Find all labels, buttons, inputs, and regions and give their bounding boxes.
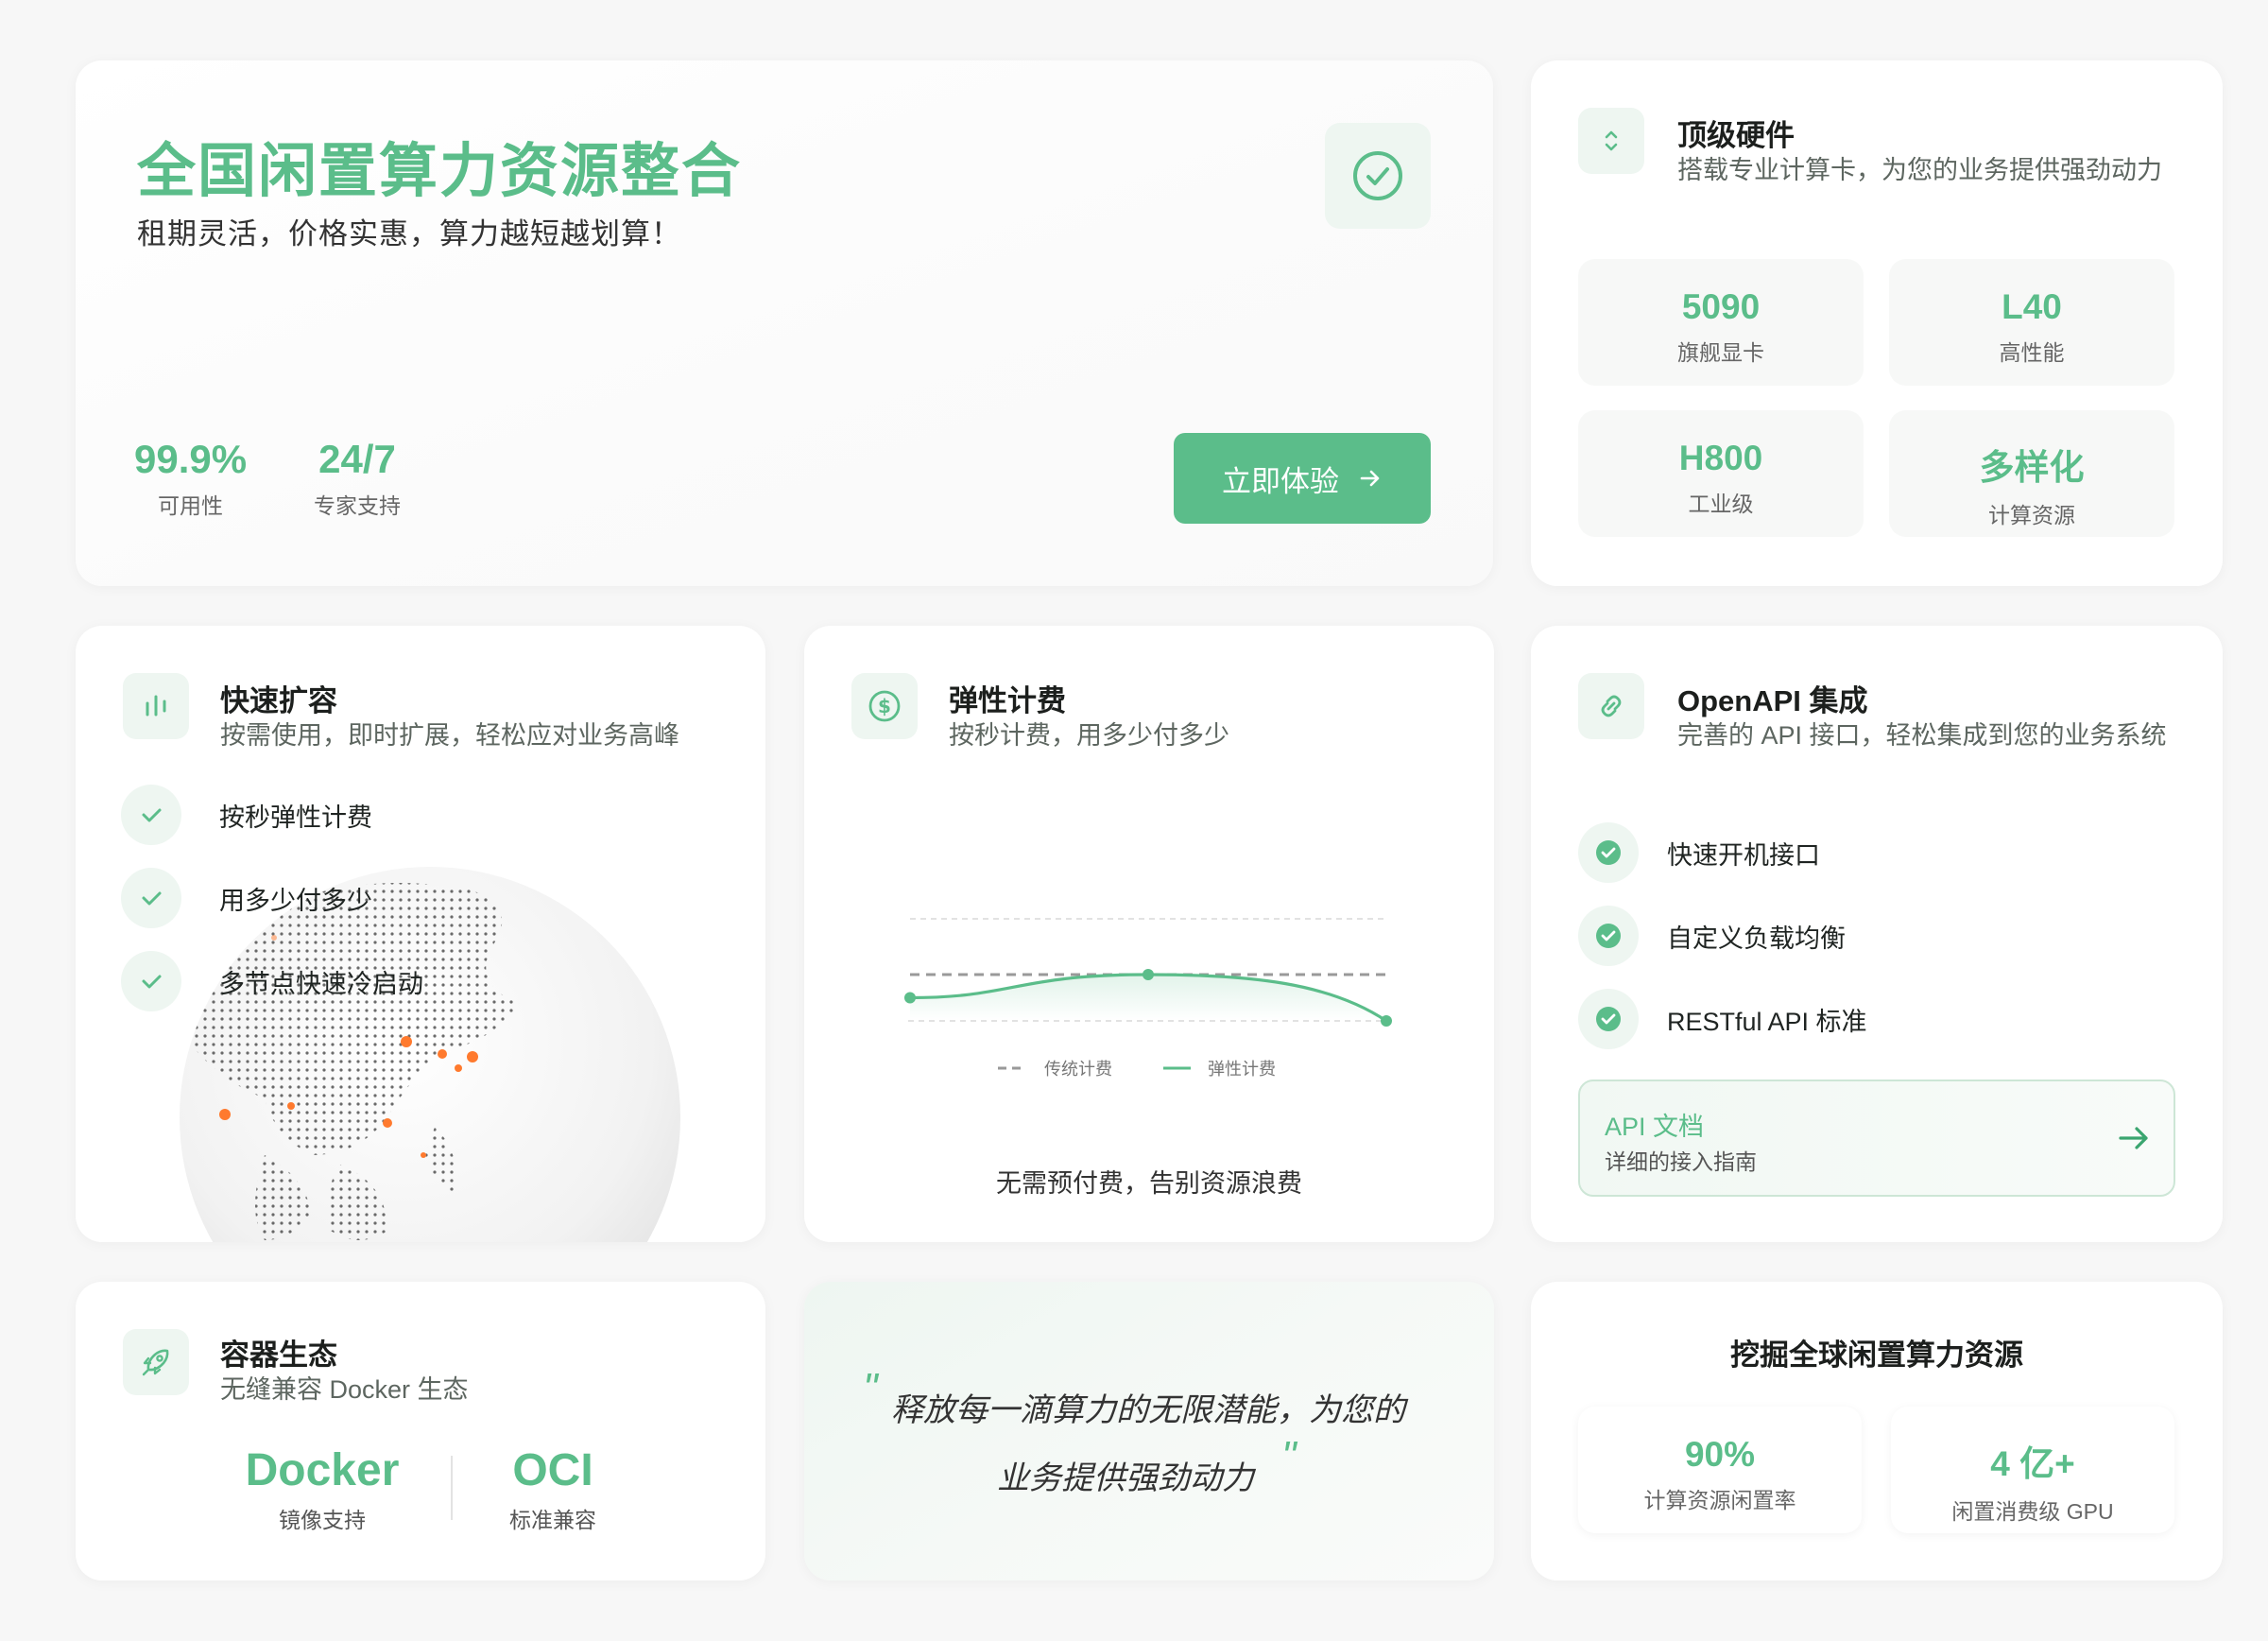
hero-title: 全国闲置算力资源整合 <box>137 139 743 204</box>
stat-label: 可用性 <box>158 493 224 518</box>
check-circle-icon <box>1578 906 1639 966</box>
hardware-value: 多样化 <box>1979 448 2085 487</box>
check-circle-icon <box>1578 822 1639 883</box>
hardware-value: 5090 <box>1681 287 1761 326</box>
feature-label: 快速开机接口 <box>1667 840 1820 870</box>
global-stat: 90% 计算资源闲置率 <box>1578 1407 1862 1533</box>
billing-description: 按秒计费，用多少付多少 <box>949 721 1229 750</box>
divider <box>451 1456 453 1520</box>
global-stat: 4 亿+ 闲置消费级 GPU <box>1891 1407 2174 1533</box>
container-item: OCI 标准兼容 <box>491 1444 614 1534</box>
legend-elastic: 弹性计费 <box>1208 1060 1276 1079</box>
feature-label: 多节点快速冷启动 <box>219 969 423 998</box>
billing-title: 弹性计费 <box>949 684 1066 717</box>
data-point-elastic <box>1381 1015 1392 1027</box>
container-item: Docker 镜像支持 <box>232 1444 412 1534</box>
feature-label: 按秒弹性计费 <box>219 803 372 832</box>
hardware-item: L40 高性能 <box>1889 259 2174 386</box>
hardware-label: 计算资源 <box>1988 503 2075 527</box>
global-resources-card: 挖掘全球闲置算力资源 90% 计算资源闲置率 4 亿+ 闲置消费级 GPU <box>1531 1282 2223 1581</box>
stat-label: 专家支持 <box>314 493 401 518</box>
quote-open-mark: " <box>863 1365 878 1411</box>
api-docs-link[interactable]: API 文档 详细的接入指南 <box>1578 1080 2175 1197</box>
quote-line-1: 释放每一滴算力的无限潜能，为您的 <box>891 1392 1405 1428</box>
link-icon <box>1578 673 1644 739</box>
scaling-description: 按需使用，即时扩展，轻松应对业务高峰 <box>220 721 679 750</box>
check-circle-icon <box>1578 989 1639 1049</box>
quote-close-mark: " <box>1281 1433 1297 1479</box>
hardware-description: 搭载专业计算卡，为您的业务提供强劲动力 <box>1677 156 2162 184</box>
hardware-label: 旗舰显卡 <box>1677 340 1764 365</box>
hardware-item: H800 工业级 <box>1578 410 1864 537</box>
arrow-right-icon <box>2119 1127 2148 1149</box>
billing-card: $ 弹性计费 按秒计费，用多少付多少 传统计费 弹性计费 无需预付费，告别资源浪… <box>804 626 1494 1242</box>
data-point-elastic <box>904 992 916 1004</box>
container-value: Docker <box>245 1445 400 1495</box>
stat-value: 99.9% <box>134 437 248 481</box>
global-stat-label: 计算资源闲置率 <box>1643 1488 1796 1512</box>
global-title: 挖掘全球闲置算力资源 <box>1730 1339 2023 1372</box>
hero-card: 全国闲置算力资源整合 租期灵活，价格实惠，算力越短越划算！ 99.9% 可用性 … <box>76 60 1493 586</box>
hero-subtitle: 租期灵活，价格实惠，算力越短越划算！ <box>137 217 681 250</box>
chevron-up-down-icon <box>1578 108 1644 174</box>
container-label: 镜像支持 <box>279 1508 366 1532</box>
api-feature-item: RESTful API 标准 <box>1578 989 1867 1049</box>
svg-text:$: $ <box>878 695 891 717</box>
hardware-card: 顶级硬件 搭载专业计算卡，为您的业务提供强劲动力 5090 旗舰显卡 L40 高… <box>1531 60 2223 586</box>
hardware-item: 5090 旗舰显卡 <box>1578 259 1864 386</box>
billing-chart: 传统计费 弹性计费 <box>904 918 1392 1079</box>
api-docs-subtitle: 详细的接入指南 <box>1605 1149 1757 1174</box>
feature-item: 多节点快速冷启动 <box>121 951 423 1011</box>
feature-item: 按秒弹性计费 <box>121 785 372 845</box>
stat-support: 24/7 专家支持 <box>314 437 401 520</box>
global-stat-value: 90% <box>1684 1435 1756 1474</box>
openapi-card: OpenAPI 集成 完善的 API 接口，轻松集成到您的业务系统 快速开机接口… <box>1531 626 2223 1242</box>
chart-legend: 传统计费 弹性计费 <box>998 1060 1276 1079</box>
container-card: 容器生态 无缝兼容 Docker 生态 Docker 镜像支持 OCI 标准兼容 <box>76 1282 765 1581</box>
check-icon <box>121 785 181 845</box>
feature-label: 自定义负载均衡 <box>1667 924 1846 953</box>
quote-card: " 释放每一滴算力的无限潜能，为您的 业务提供强劲动力 " <box>804 1282 1494 1581</box>
hardware-label: 工业级 <box>1688 492 1754 516</box>
api-feature-item: 自定义负载均衡 <box>1578 906 1846 966</box>
api-docs-title: API 文档 <box>1605 1113 1705 1141</box>
hardware-title: 顶级硬件 <box>1677 119 1795 152</box>
quote-line-2: 业务提供强劲动力 <box>997 1460 1254 1496</box>
hardware-label: 高性能 <box>1999 340 2065 365</box>
feature-item: 用多少付多少 <box>121 868 372 928</box>
try-now-button[interactable]: 立即体验 <box>1174 433 1431 524</box>
scaling-card: 快速扩容 按需使用，即时扩展，轻松应对业务高峰 按秒弹性计费 用多少付多少 多节… <box>76 626 765 1242</box>
legend-traditional: 传统计费 <box>1044 1060 1112 1079</box>
api-feature-item: 快速开机接口 <box>1578 822 1820 883</box>
global-stat-value: 4 亿+ <box>1990 1444 2075 1483</box>
feature-label: 用多少付多少 <box>219 886 372 915</box>
container-title: 容器生态 <box>220 1339 337 1372</box>
bar-chart-icon <box>123 673 189 739</box>
billing-footer: 无需预付费，告别资源浪费 <box>996 1169 1302 1198</box>
container-label: 标准兼容 <box>509 1508 596 1532</box>
arrow-right-icon <box>1360 470 1380 487</box>
scaling-title: 快速扩容 <box>220 684 337 717</box>
try-now-label: 立即体验 <box>1222 464 1339 498</box>
openapi-description: 完善的 API 接口，轻松集成到您的业务系统 <box>1677 721 2167 750</box>
rocket-icon <box>123 1329 189 1395</box>
hardware-value: L40 <box>2002 287 2062 326</box>
stat-value: 24/7 <box>318 437 396 481</box>
stat-availability: 99.9% 可用性 <box>134 437 247 520</box>
global-stat-label: 闲置消费级 GPU <box>1951 1499 2114 1524</box>
hardware-item: 多样化 计算资源 <box>1889 410 2174 537</box>
dollar-icon: $ <box>851 673 918 739</box>
data-point-elastic <box>1143 969 1154 980</box>
check-circle-icon <box>1325 123 1431 229</box>
check-icon <box>121 868 181 928</box>
container-value: OCI <box>512 1445 593 1495</box>
hardware-value: H800 <box>1678 439 1763 477</box>
check-icon <box>121 951 181 1011</box>
openapi-title: OpenAPI 集成 <box>1677 684 1868 717</box>
feature-label: RESTful API 标准 <box>1667 1007 1867 1036</box>
series-area-elastic <box>910 975 1386 1021</box>
container-description: 无缝兼容 Docker 生态 <box>220 1375 469 1404</box>
